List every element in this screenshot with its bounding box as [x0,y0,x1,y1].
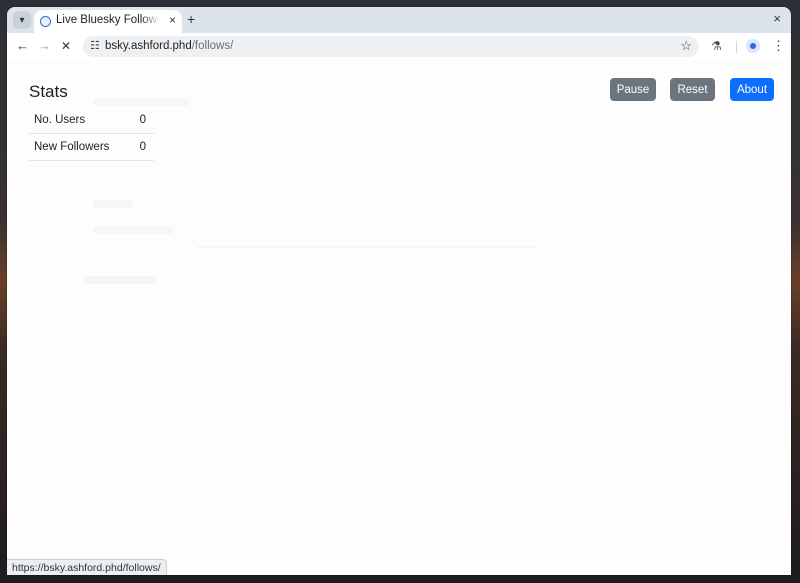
stat-value: 0 [135,133,154,161]
flask-icon[interactable]: ⚗ [711,39,722,53]
close-icon[interactable]: ✕ [61,39,71,53]
table-row: No. Users 0 [29,107,154,134]
about-button[interactable]: About [730,78,774,101]
new-tab-button[interactable]: + [187,11,195,27]
bluesky-favicon-icon [40,16,51,27]
placeholder-line [93,200,133,208]
tab-strip: ▾ Live Bluesky Follower Monitor × + × [7,7,791,33]
placeholder-line [85,276,155,284]
stat-value: 0 [135,107,154,134]
stats-table: No. Users 0 New Followers 0 [29,107,154,161]
placeholder-line [197,246,537,248]
status-url-bubble: https://bsky.ashford.phd/follows/ [7,559,167,575]
browser-window: ▾ Live Bluesky Follower Monitor × + × ← … [7,7,791,575]
placeholder-line [93,226,173,234]
browser-toolbar: ← → ✕ ☷ bsky.ashford.phd/follows/ ☆ ⚗ ⋮ [7,33,791,60]
address-bar[interactable]: ☷ bsky.ashford.phd/follows/ ☆ [83,36,699,57]
url-host: bsky.ashford.phd [105,40,192,52]
chevron-down-icon[interactable]: ▾ [13,11,31,29]
stat-label: No. Users [29,107,135,134]
reset-button[interactable]: Reset [670,78,715,101]
toolbar-divider [736,41,737,53]
placeholder-line [93,98,189,106]
profile-icon[interactable] [746,39,760,53]
kebab-icon[interactable]: ⋮ [772,38,785,54]
stats-title: Stats [29,82,68,101]
arrow-left-icon[interactable]: ← [16,38,29,53]
stat-label: New Followers [29,133,135,161]
tab-close-icon[interactable]: × [169,13,176,27]
arrow-right-icon[interactable]: → [38,38,51,53]
page-content: Stats No. Users 0 New Followers 0 Pause … [7,60,791,575]
url-path: /follows/ [191,40,234,52]
table-row: New Followers 0 [29,133,154,161]
url-text[interactable]: bsky.ashford.phd/follows/ [105,40,233,52]
browser-tab[interactable]: Live Bluesky Follower Monitor × [34,10,182,33]
tab-title: Live Bluesky Follower Monitor [56,14,160,26]
tune-icon[interactable]: ☷ [90,39,100,52]
star-icon[interactable]: ☆ [680,38,692,54]
window-close-icon[interactable]: × [773,11,781,26]
pause-button[interactable]: Pause [610,78,656,101]
